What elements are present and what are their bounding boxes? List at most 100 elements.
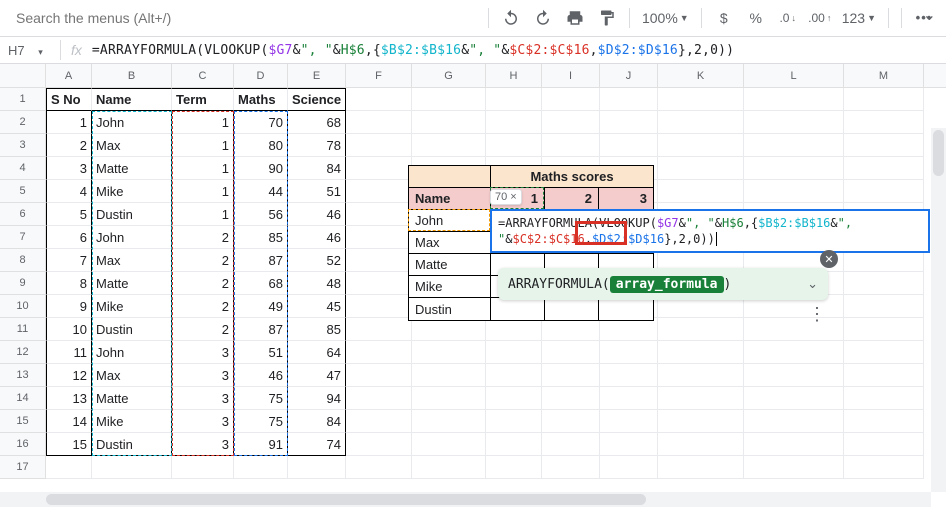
row-header[interactable]: 3 — [0, 134, 46, 157]
cell[interactable]: 11 — [46, 341, 92, 364]
cell[interactable] — [744, 341, 844, 364]
cell[interactable] — [844, 111, 924, 134]
cell[interactable]: John — [92, 226, 172, 249]
cell[interactable] — [346, 318, 412, 341]
col-header[interactable]: G — [412, 64, 486, 87]
cell[interactable] — [346, 295, 412, 318]
cell[interactable]: 6 — [46, 226, 92, 249]
cell[interactable] — [486, 134, 542, 157]
row-header[interactable]: 12 — [0, 341, 46, 364]
cell[interactable] — [844, 180, 924, 203]
cell[interactable] — [542, 134, 600, 157]
cell[interactable] — [658, 433, 744, 456]
row-header[interactable]: 14 — [0, 387, 46, 410]
cell[interactable] — [844, 433, 924, 456]
cell[interactable] — [412, 318, 486, 341]
cell[interactable] — [92, 456, 172, 479]
cell[interactable] — [658, 111, 744, 134]
cell[interactable]: 94 — [288, 387, 346, 410]
cell[interactable] — [346, 410, 412, 433]
cell[interactable] — [600, 134, 658, 157]
cell[interactable]: S No — [46, 88, 92, 111]
row-header[interactable]: 13 — [0, 364, 46, 387]
cell[interactable]: 47 — [288, 364, 346, 387]
cell[interactable]: 3 — [172, 410, 234, 433]
cell[interactable]: 2 — [172, 318, 234, 341]
cell[interactable] — [412, 88, 486, 111]
cell-formula-editor[interactable]: =ARRAYFORMULA(VLOOKUP($G7&", "&H$6,{$B$2… — [490, 209, 930, 253]
cell[interactable] — [600, 318, 658, 341]
cell[interactable]: 45 — [288, 295, 346, 318]
cell[interactable] — [744, 456, 844, 479]
cell[interactable] — [744, 387, 844, 410]
cell[interactable] — [346, 180, 412, 203]
currency-button[interactable]: $ — [710, 4, 738, 32]
col-header[interactable]: B — [92, 64, 172, 87]
cell[interactable] — [744, 111, 844, 134]
row-header[interactable]: 5 — [0, 180, 46, 203]
row-header[interactable]: 10 — [0, 295, 46, 318]
cell[interactable]: Max — [92, 134, 172, 157]
col-header[interactable]: D — [234, 64, 288, 87]
close-icon[interactable]: × — [510, 191, 516, 203]
cell[interactable] — [346, 111, 412, 134]
cell[interactable] — [844, 387, 924, 410]
chevron-down-icon[interactable]: ⌄ — [807, 276, 818, 292]
cell[interactable]: 9 — [46, 295, 92, 318]
cell[interactable] — [346, 203, 412, 226]
cell[interactable] — [542, 364, 600, 387]
cell[interactable] — [412, 387, 486, 410]
cell[interactable] — [658, 88, 744, 111]
cell[interactable] — [844, 272, 924, 295]
cell[interactable] — [412, 410, 486, 433]
cell[interactable]: John — [92, 341, 172, 364]
cell[interactable] — [486, 456, 542, 479]
cell[interactable] — [744, 157, 844, 180]
cell[interactable] — [412, 111, 486, 134]
spreadsheet-grid[interactable]: A B C D E F G H I J K L M 1S NoNameTermM… — [0, 64, 946, 507]
cell[interactable]: 68 — [288, 111, 346, 134]
cell[interactable]: 85 — [288, 318, 346, 341]
cell[interactable]: Mike — [92, 410, 172, 433]
cell[interactable]: 75 — [234, 387, 288, 410]
col-header[interactable]: C — [172, 64, 234, 87]
cell[interactable]: Matte — [92, 272, 172, 295]
cell[interactable]: 75 — [234, 410, 288, 433]
cell[interactable]: 78 — [288, 134, 346, 157]
cell[interactable] — [844, 318, 924, 341]
cell[interactable]: 4 — [46, 180, 92, 203]
cell[interactable] — [600, 387, 658, 410]
cell[interactable] — [346, 341, 412, 364]
row-header[interactable]: 7 — [0, 226, 46, 249]
cell[interactable]: 2 — [172, 295, 234, 318]
cell[interactable]: 8 — [46, 272, 92, 295]
cell[interactable]: 85 — [234, 226, 288, 249]
col-header[interactable]: K — [658, 64, 744, 87]
cell[interactable]: 3 — [172, 364, 234, 387]
col-header[interactable]: E — [288, 64, 346, 87]
cell[interactable]: 46 — [288, 203, 346, 226]
cell[interactable] — [346, 387, 412, 410]
cell[interactable] — [346, 433, 412, 456]
cell[interactable]: 46 — [234, 364, 288, 387]
cell[interactable]: Matte — [92, 387, 172, 410]
cell[interactable] — [600, 364, 658, 387]
cell[interactable]: 7 — [46, 249, 92, 272]
cell[interactable]: Science — [288, 88, 346, 111]
cell[interactable]: 90 — [234, 157, 288, 180]
cell[interactable] — [844, 88, 924, 111]
cell[interactable] — [542, 456, 600, 479]
cell[interactable]: 2 — [172, 226, 234, 249]
cell[interactable] — [600, 456, 658, 479]
paint-format-button[interactable] — [593, 4, 621, 32]
cell[interactable]: 68 — [234, 272, 288, 295]
cell[interactable] — [486, 341, 542, 364]
cell[interactable] — [600, 88, 658, 111]
cell[interactable]: 15 — [46, 433, 92, 456]
cell[interactable] — [658, 364, 744, 387]
cell[interactable]: 51 — [234, 341, 288, 364]
cell[interactable]: 44 — [234, 180, 288, 203]
row-header[interactable]: 6 — [0, 203, 46, 226]
cell[interactable] — [744, 180, 844, 203]
name-box[interactable]: H7 ▾ — [0, 43, 60, 58]
